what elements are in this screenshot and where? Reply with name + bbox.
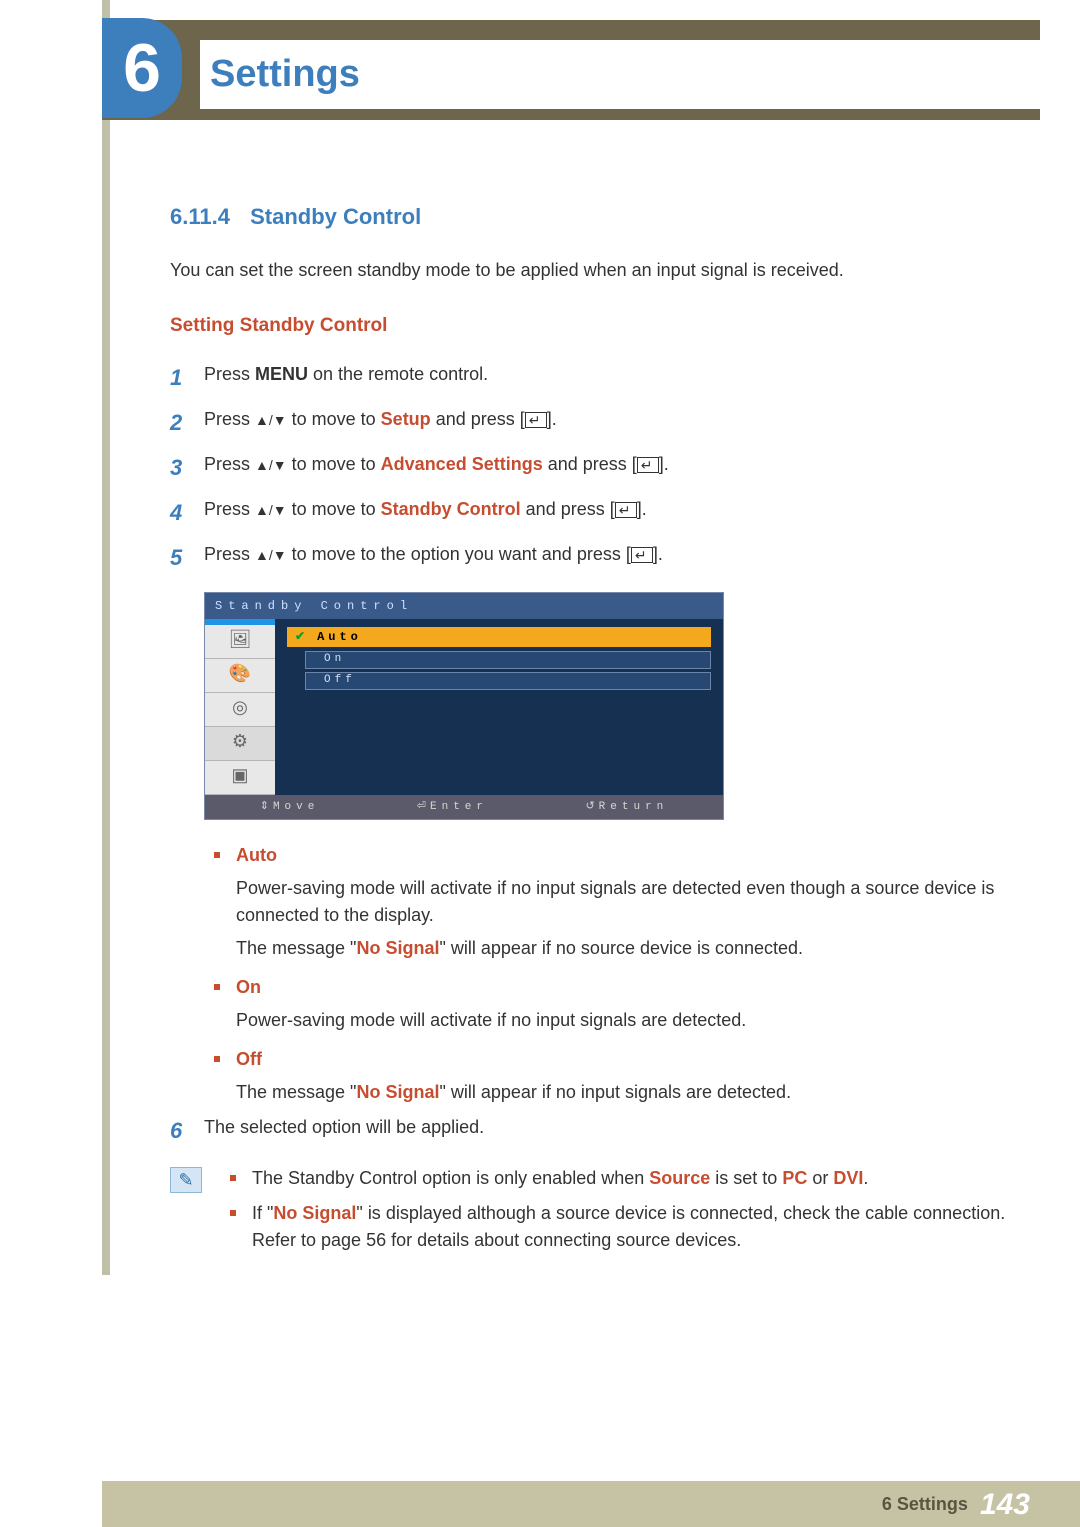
footer-bar: 6 Settings 143 (102, 1481, 1080, 1527)
target-standby-control: Standby Control (381, 499, 521, 519)
osd-sound-icon: 🎨 (205, 659, 275, 693)
chapter-title: Settings (200, 40, 1080, 109)
no-signal-text: No Signal (356, 938, 439, 958)
bullet-icon (214, 852, 220, 858)
menu-key: MENU (255, 364, 308, 384)
target-setup: Setup (381, 409, 431, 429)
step-1: 1 Press MENU on the remote control. (170, 361, 1020, 394)
note-text: The Standby Control option is only enabl… (252, 1165, 868, 1192)
enter-icon (631, 547, 653, 563)
option-auto: Auto Power-saving mode will activate if … (204, 842, 1020, 962)
bullet-icon (214, 984, 220, 990)
bullet-icon (214, 1056, 220, 1062)
step-number: 3 (170, 451, 204, 484)
osd-main: ✔Auto On Off (275, 619, 723, 795)
check-icon: ✔ (295, 628, 309, 646)
note-block: ✎ The Standby Control option is only ena… (170, 1165, 1020, 1262)
option-desc: Power-saving mode will activate if no in… (236, 1007, 1020, 1034)
osd-option-auto: ✔Auto (287, 627, 711, 647)
enter-icon (615, 502, 637, 518)
content-region: 6.11.4 Standby Control You can set the s… (170, 200, 1020, 1262)
enter-icon (637, 457, 659, 473)
return-icon: ↺ (585, 801, 594, 813)
intro-text: You can set the screen standby mode to b… (170, 257, 1020, 284)
step-2: 2 Press ▲/▼ to move to Setup and press [… (170, 406, 1020, 439)
osd-setup-icon: ⚙ (205, 727, 275, 761)
updown-icon: ▲/▼ (255, 412, 287, 428)
osd-option-on: On (305, 651, 711, 669)
target-advanced-settings: Advanced Settings (381, 454, 543, 474)
note-list: The Standby Control option is only enabl… (220, 1165, 1020, 1262)
option-on: On Power-saving mode will activate if no… (204, 974, 1020, 1034)
section-heading: 6.11.4 Standby Control (170, 200, 1020, 233)
note-item: The Standby Control option is only enabl… (220, 1165, 1020, 1192)
step-4: 4 Press ▲/▼ to move to Standby Control a… (170, 496, 1020, 529)
step-number: 4 (170, 496, 204, 529)
step-list: 1 Press MENU on the remote control. 2 Pr… (170, 361, 1020, 574)
option-title-on: On (236, 974, 261, 1001)
document-page: 6 Settings 6.11.4 Standby Control You ca… (0, 0, 1080, 1527)
step-6: 6 The selected option will be applied. (170, 1114, 1020, 1147)
osd-body: 🖼 🎨 ◎ ⚙ ▣ ✔Auto On Off (205, 619, 723, 795)
osd-option-off: Off (305, 672, 711, 690)
step-body: Press ▲/▼ to move to Setup and press []. (204, 406, 1020, 433)
updown-icon: ▲/▼ (255, 547, 287, 563)
step-number: 6 (170, 1114, 204, 1147)
step-body: Press ▲/▼ to move to Advanced Settings a… (204, 451, 1020, 478)
chapter-number: 6 (123, 17, 161, 119)
step-body: Press ▲/▼ to move to Standby Control and… (204, 496, 1020, 523)
enter-icon (525, 412, 547, 428)
option-desc: Power-saving mode will activate if no in… (236, 875, 1020, 929)
note-item: If "No Signal" is displayed although a s… (220, 1200, 1020, 1254)
step-body: Press MENU on the remote control. (204, 361, 1020, 388)
bullet-icon (230, 1175, 236, 1181)
osd-channel-icon: ◎ (205, 693, 275, 727)
osd-footer: ⇕Move ⏎Enter ↺Return (205, 795, 723, 820)
step-number: 5 (170, 541, 204, 574)
chapter-badge: 6 (102, 18, 182, 118)
osd-title: Standby Control (205, 593, 723, 619)
step-list-cont: 6 The selected option will be applied. (170, 1114, 1020, 1147)
osd-enter-hint: ⏎Enter (417, 799, 488, 816)
note-text: If "No Signal" is displayed although a s… (252, 1200, 1020, 1254)
sidebar-stripe (102, 0, 110, 1275)
enter-icon: ⏎ (417, 801, 426, 813)
option-off: Off The message "No Signal" will appear … (204, 1046, 1020, 1106)
osd-return-hint: ↺Return (585, 799, 668, 816)
step-5: 5 Press ▲/▼ to move to the option you wa… (170, 541, 1020, 574)
section-title: Standby Control (250, 204, 421, 229)
osd-move-hint: ⇕Move (260, 799, 320, 816)
step-number: 1 (170, 361, 204, 394)
option-desc: The message "No Signal" will appear if n… (236, 935, 1020, 962)
osd-picture-icon: 🖼 (205, 625, 275, 659)
footer-chapter-label: 6 Settings (882, 1491, 968, 1518)
procedure-heading: Setting Standby Control (170, 312, 1020, 341)
updown-icon: ▲/▼ (255, 502, 287, 518)
option-title-auto: Auto (236, 842, 277, 869)
section-number: 6.11.4 (170, 204, 230, 229)
step-body: The selected option will be applied. (204, 1114, 1020, 1141)
move-icon: ⇕ (260, 801, 269, 813)
no-signal-text: No Signal (356, 1082, 439, 1102)
step-number: 2 (170, 406, 204, 439)
no-signal-text: No Signal (273, 1203, 356, 1223)
updown-icon: ▲/▼ (255, 457, 287, 473)
step-body: Press ▲/▼ to move to the option you want… (204, 541, 1020, 568)
bullet-icon (230, 1210, 236, 1216)
osd-icon-column: 🖼 🎨 ◎ ⚙ ▣ (205, 619, 275, 795)
option-desc: The message "No Signal" will appear if n… (236, 1079, 1020, 1106)
option-title-off: Off (236, 1046, 262, 1073)
page-number: 143 (980, 1482, 1030, 1527)
osd-screenshot: Standby Control 🖼 🎨 ◎ ⚙ ▣ ✔Auto On Off ⇕… (204, 592, 724, 821)
step-3: 3 Press ▲/▼ to move to Advanced Settings… (170, 451, 1020, 484)
osd-multi-icon: ▣ (205, 761, 275, 795)
note-icon: ✎ (170, 1167, 202, 1193)
